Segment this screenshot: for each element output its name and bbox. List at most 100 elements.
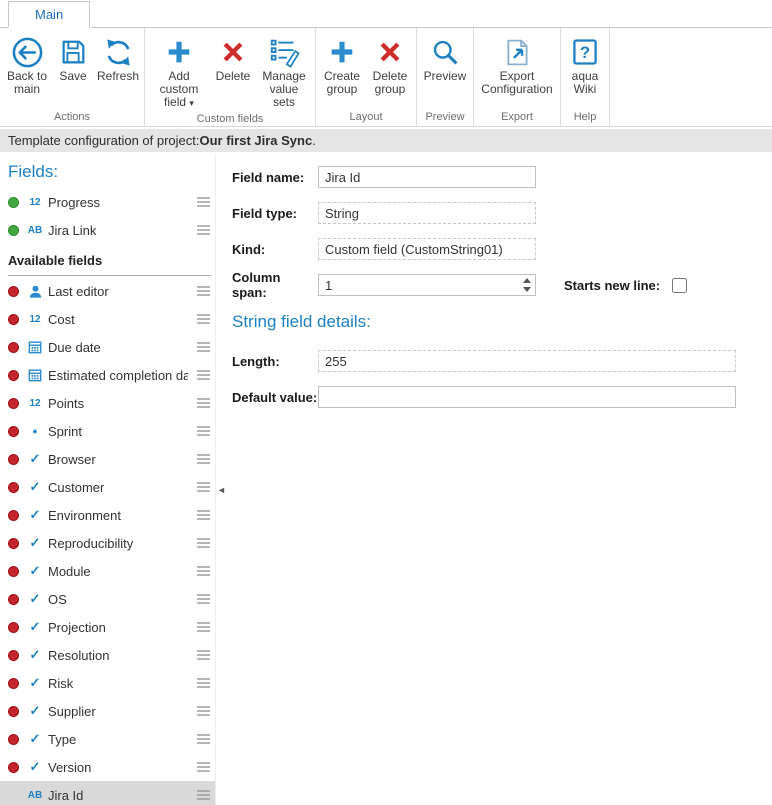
length-label: Length:	[232, 354, 318, 369]
drag-handle-icon[interactable]	[197, 510, 210, 521]
length-input[interactable]	[318, 350, 736, 372]
ribbon-group-actions: Back to main Save Refresh Actions	[0, 28, 145, 126]
drag-handle-icon[interactable]	[197, 482, 210, 493]
drag-handle-icon[interactable]	[197, 566, 210, 577]
template-configuration-banner: Template configuration of project: Our f…	[0, 129, 772, 152]
check-icon: ✓	[26, 479, 44, 495]
drag-handle-icon[interactable]	[197, 734, 210, 745]
drag-handle-icon[interactable]	[197, 454, 210, 465]
delete-icon	[219, 34, 247, 70]
field-list-item[interactable]: ✓ Risk	[0, 669, 215, 697]
drag-handle-icon[interactable]	[197, 594, 210, 605]
drag-handle-icon[interactable]	[197, 538, 210, 549]
field-list-item[interactable]: Last editor	[0, 277, 215, 305]
create-group-button[interactable]: Create group	[318, 29, 366, 98]
drag-handle-icon[interactable]	[197, 706, 210, 717]
kind-input[interactable]	[318, 238, 536, 260]
drag-handle-icon[interactable]	[197, 314, 210, 325]
value-sets-icon	[268, 34, 300, 70]
field-list-item[interactable]: ✓ Type	[0, 725, 215, 753]
drag-handle-icon[interactable]	[197, 197, 210, 208]
field-list-item[interactable]: AB Jira Id	[0, 781, 215, 805]
fields-panel: Fields: 12 Progress AB Jira Link Availab…	[0, 154, 216, 805]
column-span-input[interactable]	[318, 274, 536, 296]
drag-handle-icon[interactable]	[197, 790, 210, 801]
drag-handle-icon[interactable]	[197, 622, 210, 633]
field-name-input[interactable]	[318, 166, 536, 188]
status-dot	[8, 314, 19, 325]
field-list-item[interactable]: 12 Points	[0, 389, 215, 417]
field-list-item[interactable]: 12 Cost	[0, 305, 215, 333]
tab-main[interactable]: Main	[8, 1, 90, 28]
drag-handle-icon[interactable]	[197, 225, 210, 236]
fields-panel-title: Fields:	[0, 154, 215, 188]
field-list-item[interactable]: ✓ Environment	[0, 501, 215, 529]
number-icon: 12	[26, 398, 44, 409]
number-icon: 12	[26, 197, 44, 208]
ribbon: Back to main Save Refresh Actions	[0, 28, 772, 127]
calendar-icon	[26, 340, 44, 354]
refresh-button[interactable]: Refresh	[94, 29, 142, 85]
status-dot	[8, 650, 19, 661]
drag-handle-icon[interactable]	[197, 678, 210, 689]
preview-button[interactable]: Preview	[419, 29, 471, 85]
drag-handle-icon[interactable]	[197, 370, 210, 381]
field-list-item[interactable]: 12 Progress	[0, 188, 215, 216]
field-list-item[interactable]: ✓ Resolution	[0, 641, 215, 669]
field-list-item[interactable]: ✓ Reproducibility	[0, 529, 215, 557]
manage-value-sets-button[interactable]: Manage value sets	[255, 29, 313, 111]
help-icon: ?	[570, 34, 600, 70]
check-icon: ✓	[26, 535, 44, 551]
collapse-panel-arrow-icon[interactable]: ◄	[217, 485, 226, 495]
check-icon: ✓	[26, 451, 44, 467]
aqua-wiki-button[interactable]: ? aqua Wiki	[563, 29, 607, 98]
ribbon-group-preview: Preview Preview	[417, 28, 474, 126]
active-fields-list: 12 Progress AB Jira Link	[0, 188, 215, 244]
field-list-item[interactable]: Estimated completion dat	[0, 361, 215, 389]
dropdown-caret-icon: ▾	[189, 98, 194, 108]
save-button[interactable]: Save	[52, 29, 94, 85]
check-icon: ✓	[26, 591, 44, 607]
calendar-icon	[26, 368, 44, 382]
field-label: Browser	[48, 452, 96, 467]
spinner-down-icon[interactable]	[523, 287, 531, 292]
field-list-item[interactable]: ✓ OS	[0, 585, 215, 613]
delete-field-button[interactable]: Delete	[211, 29, 255, 85]
field-list-item[interactable]: ✓ Browser	[0, 445, 215, 473]
drag-handle-icon[interactable]	[197, 286, 210, 297]
ribbon-group-export: Export Configuration Export	[474, 28, 561, 126]
field-list-item[interactable]: ✓ Module	[0, 557, 215, 585]
drag-handle-icon[interactable]	[197, 342, 210, 353]
default-value-input[interactable]	[318, 386, 736, 408]
field-label: Version	[48, 760, 91, 775]
field-list-item[interactable]: ✓ Version	[0, 753, 215, 781]
field-label: Points	[48, 396, 84, 411]
starts-new-line-label: Starts new line:	[564, 278, 660, 293]
status-dot	[8, 286, 19, 297]
status-dot	[8, 678, 19, 689]
field-list-item[interactable]: ✓ Supplier	[0, 697, 215, 725]
starts-new-line-checkbox[interactable]	[672, 278, 687, 293]
drag-handle-icon[interactable]	[197, 762, 210, 773]
add-custom-field-button[interactable]: Add custom field ▾	[147, 29, 211, 112]
field-label: Sprint	[48, 424, 82, 439]
drag-handle-icon[interactable]	[197, 650, 210, 661]
field-list-item[interactable]: ✓ Customer	[0, 473, 215, 501]
export-configuration-button[interactable]: Export Configuration	[476, 29, 558, 98]
field-list-item[interactable]: ✓ Projection	[0, 613, 215, 641]
add-icon	[164, 34, 194, 70]
back-to-main-button[interactable]: Back to main	[2, 29, 52, 98]
spinner-up-icon[interactable]	[523, 278, 531, 283]
column-span-label: Column span:	[232, 270, 318, 300]
field-list-item[interactable]: Due date	[0, 333, 215, 361]
drag-handle-icon[interactable]	[197, 426, 210, 437]
drag-handle-icon[interactable]	[197, 398, 210, 409]
status-dot	[8, 454, 19, 465]
delete-group-button[interactable]: Delete group	[366, 29, 414, 98]
text-icon: AB	[26, 225, 44, 236]
field-list-item[interactable]: AB Jira Link	[0, 216, 215, 244]
field-type-input[interactable]	[318, 202, 536, 224]
field-list-item[interactable]: ● Sprint	[0, 417, 215, 445]
banner-suffix: .	[312, 133, 316, 148]
field-label: Due date	[48, 340, 101, 355]
